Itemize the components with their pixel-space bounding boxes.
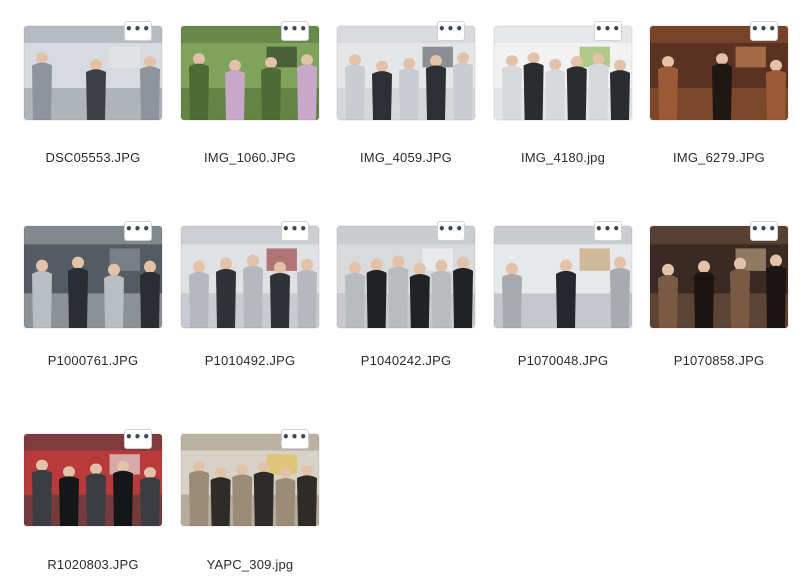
ellipsis-icon: •••: [595, 221, 622, 236]
ellipsis-icon: •••: [438, 221, 465, 236]
ellipsis-icon: •••: [125, 429, 152, 444]
photo-thumbnail[interactable]: [494, 226, 632, 328]
ellipsis-icon: •••: [282, 221, 309, 236]
photo-thumbnail[interactable]: [24, 226, 162, 328]
photo-thumbnail[interactable]: [337, 226, 475, 328]
more-options-button[interactable]: •••: [281, 429, 309, 449]
more-options-button[interactable]: •••: [437, 21, 465, 41]
file-name[interactable]: DSC05553.JPG: [24, 150, 162, 165]
more-options-button[interactable]: •••: [594, 221, 622, 241]
photo-thumbnail[interactable]: [181, 226, 319, 328]
file-name[interactable]: P1070048.JPG: [494, 353, 632, 368]
ellipsis-icon: •••: [125, 221, 152, 236]
photo-grid: ••• DSC05553.JPG ••• IMG_1060.JPG ••• IMG_4…: [0, 0, 800, 579]
more-options-button[interactable]: •••: [750, 221, 778, 241]
ellipsis-icon: •••: [438, 21, 465, 36]
more-options-button[interactable]: •••: [281, 21, 309, 41]
file-name[interactable]: P1040242.JPG: [337, 353, 475, 368]
more-options-button[interactable]: •••: [124, 429, 152, 449]
more-options-button[interactable]: •••: [281, 221, 309, 241]
photo-thumbnail[interactable]: [650, 226, 788, 328]
more-options-button[interactable]: •••: [124, 21, 152, 41]
more-options-button[interactable]: •••: [750, 21, 778, 41]
file-name[interactable]: P1070858.JPG: [650, 353, 788, 368]
ellipsis-icon: •••: [282, 429, 309, 444]
file-name[interactable]: IMG_1060.JPG: [181, 150, 319, 165]
file-name[interactable]: P1010492.JPG: [181, 353, 319, 368]
more-options-button[interactable]: •••: [437, 221, 465, 241]
ellipsis-icon: •••: [125, 21, 152, 36]
file-name[interactable]: IMG_6279.JPG: [650, 150, 788, 165]
ellipsis-icon: •••: [751, 221, 778, 236]
file-name[interactable]: IMG_4180.jpg: [494, 150, 632, 165]
file-name[interactable]: YAPC_309.jpg: [181, 557, 319, 572]
file-name[interactable]: IMG_4059.JPG: [337, 150, 475, 165]
more-options-button[interactable]: •••: [124, 221, 152, 241]
ellipsis-icon: •••: [595, 21, 622, 36]
file-name[interactable]: R1020803.JPG: [24, 557, 162, 572]
ellipsis-icon: •••: [751, 21, 778, 36]
file-name[interactable]: P1000761.JPG: [24, 353, 162, 368]
more-options-button[interactable]: •••: [594, 21, 622, 41]
ellipsis-icon: •••: [282, 21, 309, 36]
